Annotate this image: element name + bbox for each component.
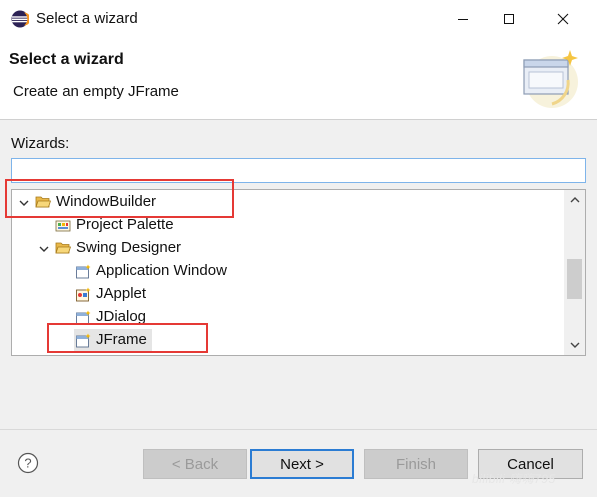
help-icon[interactable]: ?	[17, 452, 39, 474]
chevron-down-icon	[570, 342, 579, 348]
close-icon	[557, 13, 569, 25]
window-title: Select a wizard	[36, 10, 138, 27]
tree-node-label: Application Window	[96, 262, 227, 279]
tree-node-label: Swing Designer	[76, 239, 182, 256]
minimize-icon	[458, 19, 468, 20]
scroll-thumb[interactable]	[567, 259, 582, 299]
scroll-up-button[interactable]	[564, 190, 585, 210]
tree-node-label: Project Palette	[76, 216, 174, 233]
help-glyph: ?	[24, 456, 31, 471]
finish-button[interactable]: Finish	[364, 449, 468, 479]
back-button[interactable]: < Back	[143, 449, 247, 479]
wizard-banner-icon	[523, 50, 578, 108]
folder-open-icon	[55, 242, 71, 254]
watermark: bilibili 嗨嗨795	[472, 472, 556, 486]
minimize-button[interactable]	[440, 0, 486, 38]
eclipse-icon	[11, 10, 29, 28]
tree-node-application-window[interactable]: Application Window	[12, 260, 565, 283]
header-description: Create an empty JFrame	[13, 83, 179, 100]
tree-node-label: JApplet	[96, 285, 147, 302]
palette-icon	[55, 220, 71, 232]
chevron-down-icon[interactable]	[38, 243, 50, 255]
button-bar-divider	[0, 429, 597, 430]
wizard-header: Select a wizard Create an empty JFrame	[0, 38, 597, 120]
annotation-box-jframe	[47, 323, 208, 353]
tree-node-swing-designer[interactable]: Swing Designer	[12, 237, 565, 260]
next-button[interactable]: Next >	[250, 449, 354, 479]
chevron-up-icon	[570, 197, 579, 203]
applet-icon	[76, 287, 91, 302]
scroll-down-button[interactable]	[564, 335, 585, 355]
tree-scrollbar[interactable]	[564, 190, 585, 355]
header-title: Select a wizard	[9, 51, 124, 68]
annotation-box-windowbuilder	[5, 179, 234, 218]
wizards-label: Wizards:	[11, 135, 70, 152]
tree-node-japplet[interactable]: JApplet	[12, 283, 565, 306]
maximize-icon	[504, 14, 514, 24]
title-bar: Select a wizard	[0, 0, 597, 38]
window-wizard-icon	[76, 264, 91, 279]
maximize-button[interactable]	[486, 0, 532, 38]
close-button[interactable]	[540, 0, 586, 38]
